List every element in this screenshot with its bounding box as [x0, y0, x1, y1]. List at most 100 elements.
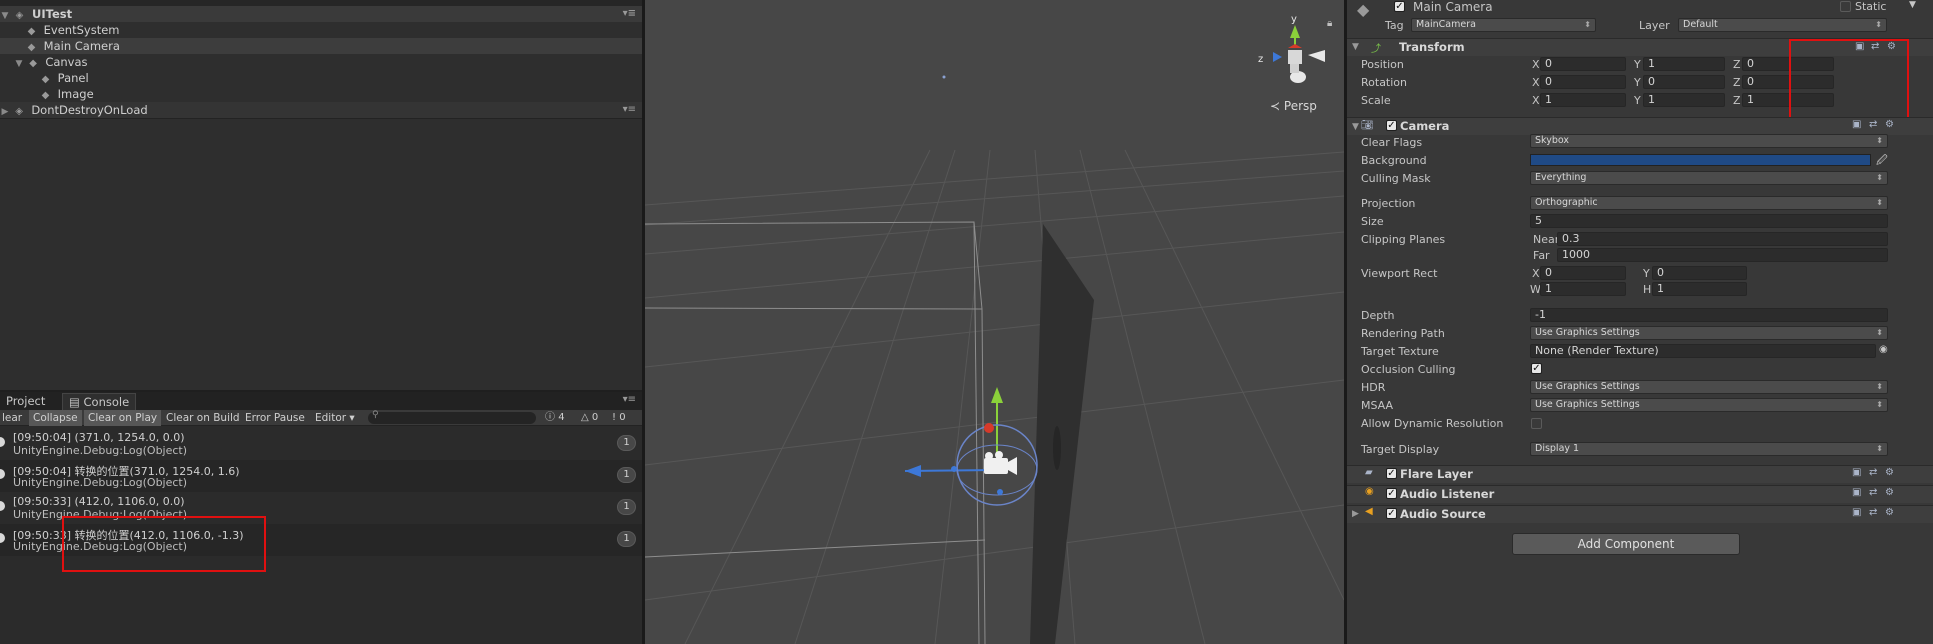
- tab-project[interactable]: Project: [0, 393, 51, 410]
- clear-on-build-button[interactable]: Clear on Build: [162, 410, 244, 426]
- orientation-gizmo[interactable]: y z: [1258, 14, 1325, 83]
- info-icon: ⓘ: [545, 412, 555, 423]
- error-count-toggle[interactable]: ! 0: [612, 411, 626, 425]
- hierarchy-scene-row[interactable]: ▼ ◈ UITest ▾≡: [0, 6, 642, 22]
- active-checkbox[interactable]: ✓: [1394, 1, 1405, 12]
- position-y-field[interactable]: 1: [1643, 57, 1725, 71]
- transform-gizmo[interactable]: [904, 387, 1038, 506]
- editor-dropdown[interactable]: Editor ▾: [311, 410, 359, 426]
- console-tab-icon: ▤: [69, 395, 84, 409]
- hierarchy-item-panel[interactable]: ◆ Panel: [0, 70, 642, 86]
- lock-icon[interactable]: 🔒︎: [1327, 18, 1332, 29]
- object-picker-icon[interactable]: ◉: [1879, 344, 1888, 355]
- culling-mask-dropdown[interactable]: Everything: [1530, 171, 1888, 185]
- preset-icon[interactable]: ⇄: [1869, 507, 1877, 518]
- rotation-x-field[interactable]: 0: [1540, 75, 1626, 89]
- depth-field[interactable]: -1: [1530, 308, 1888, 322]
- clear-flags-dropdown[interactable]: Skybox: [1530, 134, 1888, 148]
- target-texture-field[interactable]: None (Render Texture): [1530, 344, 1876, 358]
- gear-icon[interactable]: ⚙: [1885, 507, 1894, 518]
- gear-icon[interactable]: ⚙: [1885, 467, 1894, 478]
- log-entry[interactable]: [09:50:04] 转换的位置(371.0, 1254.0, 1.6) Uni…: [0, 460, 642, 492]
- far-field[interactable]: 1000: [1557, 248, 1888, 262]
- hierarchy-item-label: Image: [57, 87, 94, 101]
- clear-on-play-button[interactable]: Clear on Play: [84, 410, 162, 426]
- msaa-dropdown[interactable]: Use Graphics Settings: [1530, 398, 1888, 412]
- flare-layer-checkbox[interactable]: ✓: [1386, 468, 1397, 479]
- clear-button[interactable]: lear: [0, 410, 26, 426]
- help-icon[interactable]: ▣: [1852, 467, 1861, 478]
- audio-source-checkbox[interactable]: ✓: [1386, 508, 1397, 519]
- hierarchy-item-image[interactable]: ◆ Image: [0, 86, 642, 102]
- hierarchy-item-canvas[interactable]: ▼ ◆ Canvas: [0, 54, 642, 70]
- object-name-field[interactable]: Main Camera: [1413, 0, 1493, 14]
- camera-enabled-checkbox[interactable]: ✓: [1386, 120, 1397, 131]
- position-x-field[interactable]: 0: [1540, 57, 1626, 71]
- static-checkbox[interactable]: [1840, 1, 1851, 12]
- hierarchy-item-label: EventSystem: [43, 23, 120, 37]
- viewport-h-field[interactable]: 1: [1652, 282, 1747, 296]
- eyedropper-icon[interactable]: 🖉︎: [1876, 152, 1888, 171]
- tag-dropdown[interactable]: MainCamera: [1411, 18, 1596, 32]
- target-texture-label: Target Texture: [1361, 345, 1439, 358]
- dontdestroy-menu-icon[interactable]: ▾≡: [623, 102, 636, 118]
- rotation-y-field[interactable]: 0: [1643, 75, 1725, 89]
- scale-y-field[interactable]: 1: [1643, 93, 1725, 107]
- size-field[interactable]: 5: [1530, 214, 1888, 228]
- log-message: [09:50:33] (412.0, 1106.0, 0.0): [13, 495, 185, 508]
- viewport-y-field[interactable]: 0: [1652, 266, 1747, 280]
- help-icon[interactable]: ▣: [1852, 507, 1861, 518]
- log-entry[interactable]: [09:50:04] (371.0, 1254.0, 0.0) UnityEng…: [0, 428, 642, 460]
- depth-label: Depth: [1361, 309, 1395, 322]
- preset-icon[interactable]: ⇄: [1869, 487, 1877, 498]
- preset-icon[interactable]: ⇄: [1869, 119, 1877, 130]
- fold-arrow-icon[interactable]: ▼: [1352, 42, 1359, 52]
- scene-view[interactable]: y z 🔒︎ ≺ Persp: [645, 0, 1344, 644]
- fold-arrow-icon[interactable]: ▶: [1352, 509, 1359, 519]
- fold-arrow-icon[interactable]: ▶: [0, 104, 10, 120]
- viewport-rect-label: Viewport Rect: [1361, 267, 1438, 280]
- viewport-x-field[interactable]: 0: [1540, 266, 1626, 280]
- occlusion-culling-label: Occlusion Culling: [1361, 363, 1456, 376]
- scene-canvas[interactable]: y z: [645, 0, 1344, 644]
- console-search-input[interactable]: ⚲: [368, 410, 536, 424]
- preset-icon[interactable]: ⇄: [1869, 467, 1877, 478]
- gear-icon[interactable]: ⚙: [1885, 119, 1894, 130]
- rotation-label: Rotation: [1361, 76, 1408, 89]
- static-dropdown-arrow-icon[interactable]: ▼: [1909, 0, 1916, 10]
- collapse-button[interactable]: Collapse: [29, 410, 82, 426]
- near-field[interactable]: 0.3: [1557, 232, 1888, 246]
- projection-dropdown[interactable]: Orthographic: [1530, 196, 1888, 210]
- warning-count-toggle[interactable]: △ 0: [581, 411, 598, 425]
- inspector-panel: ◆ ✓ Main Camera Static ▼ Tag MainCamera …: [1347, 0, 1933, 644]
- dynamic-resolution-checkbox[interactable]: [1531, 418, 1542, 429]
- msaa-label: MSAA: [1361, 399, 1394, 412]
- hdr-dropdown[interactable]: Use Graphics Settings: [1530, 380, 1888, 394]
- rendering-path-dropdown[interactable]: Use Graphics Settings: [1530, 326, 1888, 340]
- persp-label[interactable]: ≺ Persp: [1270, 99, 1317, 113]
- viewport-w-field[interactable]: 1: [1540, 282, 1626, 296]
- tab-console[interactable]: ▤ Console: [62, 393, 137, 410]
- occlusion-culling-checkbox[interactable]: ✓: [1531, 363, 1542, 374]
- image-ellipse: [1053, 426, 1061, 470]
- hierarchy-item-main-camera[interactable]: ◆ Main Camera: [0, 38, 642, 54]
- target-display-dropdown[interactable]: Display 1: [1530, 442, 1888, 456]
- gizmo-y-label: y: [1291, 14, 1297, 25]
- help-icon[interactable]: ▣: [1852, 487, 1861, 498]
- add-component-button[interactable]: Add Component: [1512, 533, 1740, 555]
- fold-arrow-icon[interactable]: ▼: [1352, 122, 1359, 132]
- hierarchy-dontdestroy-row[interactable]: ▶ ◈ DontDestroyOnLoad ▾≡: [0, 102, 642, 118]
- audio-listener-checkbox[interactable]: ✓: [1386, 488, 1397, 499]
- info-count-toggle[interactable]: ⓘ 4: [545, 411, 565, 425]
- scale-x-field[interactable]: 1: [1540, 93, 1626, 107]
- console-menu-icon[interactable]: ▾≡: [623, 394, 636, 405]
- background-color-swatch[interactable]: [1530, 154, 1871, 166]
- hierarchy-item-eventsystem[interactable]: ◆ EventSystem: [0, 22, 642, 38]
- scene-menu-icon[interactable]: ▾≡: [623, 6, 636, 22]
- persp-text: Persp: [1283, 99, 1317, 113]
- help-icon[interactable]: ▣: [1852, 119, 1861, 130]
- gear-icon[interactable]: ⚙: [1885, 487, 1894, 498]
- layer-dropdown[interactable]: Default: [1678, 18, 1887, 32]
- axis-z-label: Z: [1733, 76, 1741, 89]
- error-pause-button[interactable]: Error Pause: [241, 410, 309, 426]
